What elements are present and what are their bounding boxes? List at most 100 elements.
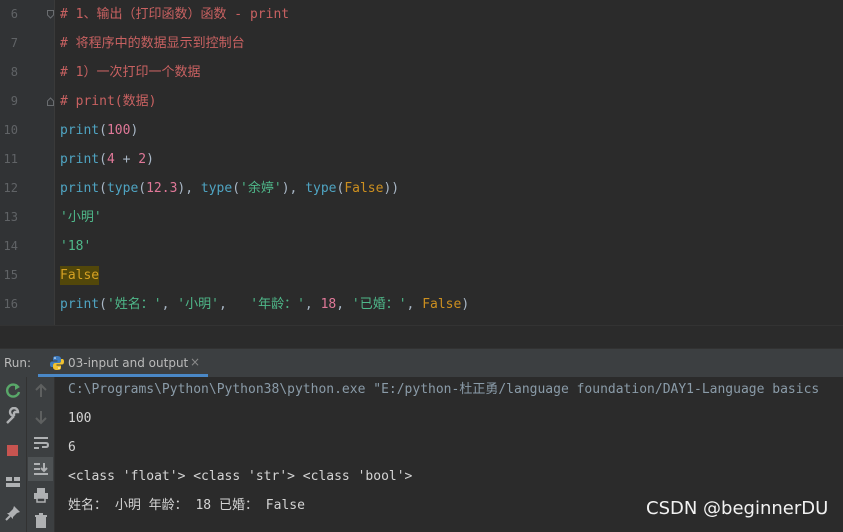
code-token: print: [60, 123, 100, 138]
code-token: '18': [60, 239, 92, 254]
code-token: 2: [138, 152, 147, 167]
code-token: # 将程序中的数据显示到控制台: [60, 36, 245, 51]
code-token: False: [422, 297, 462, 312]
code-line[interactable]: 9 # print(数据): [0, 87, 843, 116]
code-text: print(4 + 2): [60, 145, 154, 174]
code-line[interactable]: 12 print(type(12.3), type('余婷'), type(Fal…: [0, 174, 843, 203]
wrench-icon[interactable]: [3, 407, 23, 427]
code-text: '18': [60, 232, 91, 261]
code-token: ,: [218, 297, 251, 312]
code-text: False: [60, 261, 100, 290]
code-editor[interactable]: 6 # 1、输出（打印函数）函数 - print 7 # 将程序中的数据显示到控制台 8…: [0, 0, 843, 325]
code-text: '小明': [60, 203, 102, 232]
code-token: (: [99, 152, 107, 167]
line-number: 8: [10, 65, 18, 79]
code-line[interactable]: 7 # 将程序中的数据显示到控制台: [0, 29, 843, 58]
run-tool-column-right: [27, 377, 55, 532]
line-number: 9: [10, 94, 18, 108]
down-arrow-icon[interactable]: [31, 407, 51, 427]
line-number: 16: [3, 297, 18, 311]
python-icon: [50, 356, 64, 370]
code-token: (: [99, 181, 107, 196]
code-text: # 将程序中的数据显示到控制台: [60, 29, 245, 58]
code-token: 4: [106, 152, 115, 167]
code-token: ,: [304, 297, 321, 312]
code-token: type: [106, 181, 139, 196]
code-token: '年龄：': [250, 297, 305, 312]
console-line: 6: [68, 440, 76, 455]
code-token: ,: [406, 297, 423, 312]
code-token: False: [344, 181, 384, 196]
code-token: ),: [177, 181, 201, 196]
line-number: 13: [3, 210, 18, 224]
stop-icon[interactable]: [3, 440, 23, 460]
code-token: '小明': [60, 210, 102, 225]
code-line[interactable]: 16 print('姓名：', '小明', '年龄：', 18, '已婚：', F…: [0, 290, 843, 319]
code-token: (: [138, 181, 147, 196]
watermark: CSDN @beginnerDU: [646, 498, 829, 519]
code-token: 12.3: [146, 181, 178, 196]
code-token: )): [383, 181, 400, 196]
print-icon[interactable]: [31, 485, 51, 505]
line-number: 15: [3, 268, 18, 282]
code-line[interactable]: 15 False: [0, 261, 843, 290]
code-token: 100: [106, 123, 131, 138]
code-token: ): [146, 152, 154, 167]
code-line[interactable]: 6 # 1、输出（打印函数）函数 - print: [0, 0, 843, 29]
code-token: 18: [320, 297, 337, 312]
code-token: ): [130, 123, 139, 138]
line-number: 12: [3, 181, 18, 195]
code-token: '已婚：': [351, 297, 407, 312]
code-line[interactable]: 8 # 1）一次打印一个数据: [0, 58, 843, 87]
code-text: # print(数据): [60, 87, 156, 116]
code-token: (: [99, 297, 107, 312]
code-token: (: [99, 123, 107, 138]
console-line: 姓名： 小明 年龄： 18 已婚： False: [68, 498, 305, 513]
code-token: '余婷': [240, 181, 282, 196]
line-number: 7: [10, 36, 18, 50]
code-token: type: [305, 181, 337, 196]
code-text: print(type(12.3), type('余婷'), type(False…: [60, 174, 399, 203]
rerun-icon[interactable]: [3, 381, 23, 401]
run-tab-label: 03-input and output: [68, 356, 189, 370]
code-token: ),: [281, 181, 306, 196]
line-number: 10: [3, 123, 18, 137]
console-line: 100: [68, 411, 92, 426]
code-line[interactable]: 14 '18': [0, 232, 843, 261]
code-token: # print(数据): [60, 94, 157, 109]
code-token: print: [60, 152, 100, 167]
scroll-to-end-icon[interactable]: [31, 459, 51, 479]
code-token: # 1、输出（打印函数）函数 - print: [60, 7, 290, 22]
fold-icon[interactable]: [47, 97, 54, 106]
code-token: # 1）一次打印一个数据: [60, 65, 201, 80]
code-text: print(100): [60, 116, 138, 145]
code-line[interactable]: 13 '小明': [0, 203, 843, 232]
console-line: <class 'float'> <class 'str'> <class 'bo…: [68, 469, 413, 484]
code-token: ,: [336, 297, 352, 312]
code-token: type: [200, 181, 233, 196]
soft-wrap-icon[interactable]: [31, 433, 51, 453]
pin-icon[interactable]: [3, 503, 23, 523]
code-line[interactable]: 10 print(100): [0, 116, 843, 145]
close-icon[interactable]: ×: [190, 355, 200, 369]
code-text: # 1、输出（打印函数）函数 - print: [60, 0, 289, 29]
code-token: ,: [161, 297, 178, 312]
code-token: False: [60, 266, 100, 285]
run-label: Run:: [4, 356, 32, 370]
code-token: ): [461, 297, 470, 312]
code-text: # 1）一次打印一个数据: [60, 58, 200, 87]
run-toolbar: Run: 03-input and output ×: [0, 348, 843, 378]
run-tool-column-left: [0, 377, 27, 532]
run-tab[interactable]: 03-input and output ×: [38, 349, 208, 377]
code-token: +: [114, 152, 139, 167]
trash-icon[interactable]: [31, 511, 51, 531]
layout-icon[interactable]: [3, 472, 23, 492]
up-arrow-icon[interactable]: [31, 381, 51, 401]
code-token: print: [60, 297, 100, 312]
line-number: 14: [3, 239, 18, 253]
line-number: 11: [3, 152, 18, 166]
fold-icon[interactable]: [47, 10, 54, 19]
code-text: print('姓名：', '小明', '年龄：', 18, '已婚：', Fal…: [60, 290, 469, 319]
code-line[interactable]: 11 print(4 + 2): [0, 145, 843, 174]
console-line-command: C:\Programs\Python\Python38\python.exe "…: [68, 382, 820, 397]
